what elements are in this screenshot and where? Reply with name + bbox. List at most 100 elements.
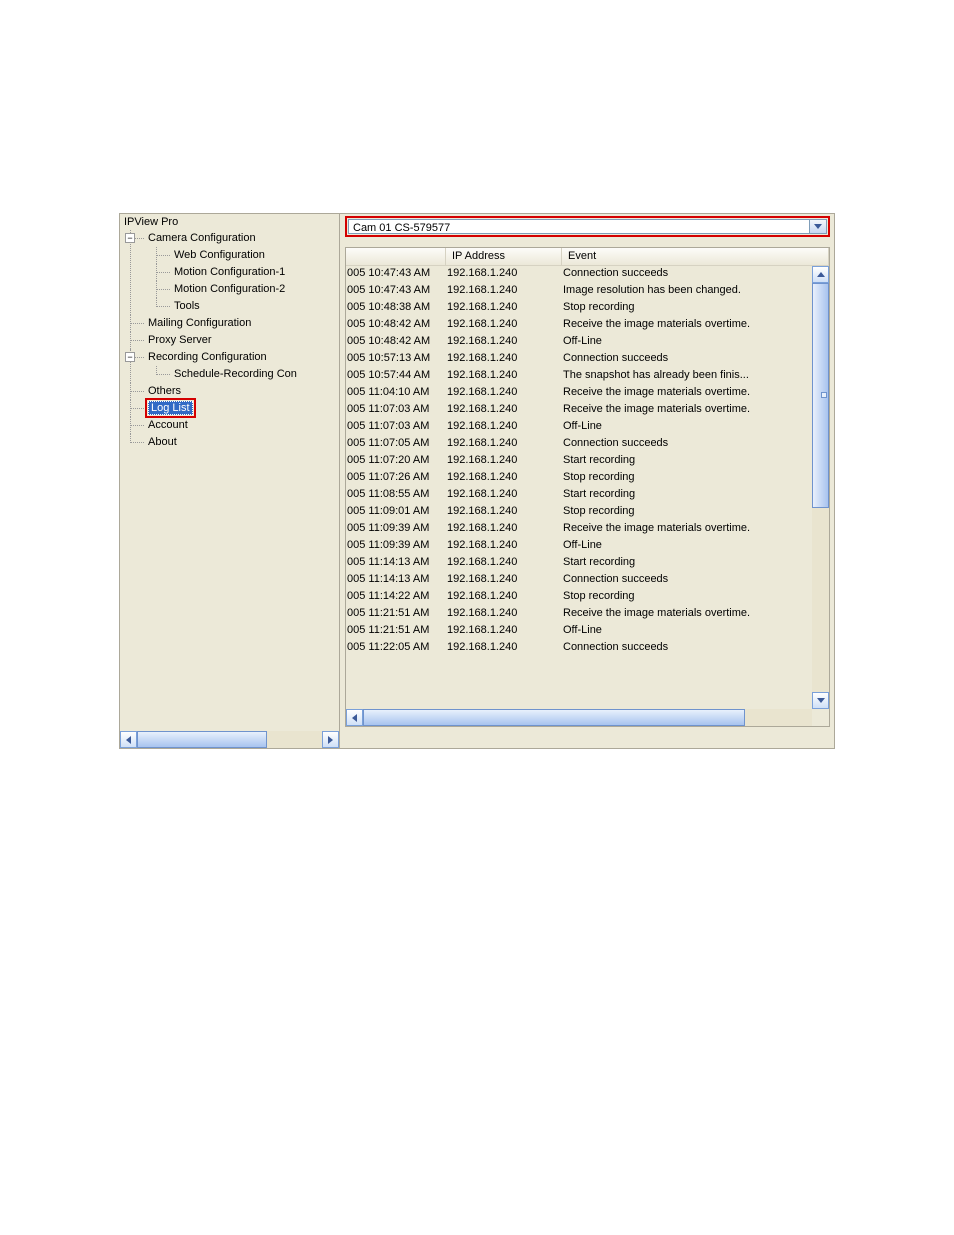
table-row[interactable]: 005 11:14:13 AM192.168.1.240Connection s… <box>346 572 812 589</box>
cell-ip: 192.168.1.240 <box>446 470 562 487</box>
scroll-corner <box>812 709 829 726</box>
tree-item-account[interactable]: Account <box>130 417 339 434</box>
table-row[interactable]: 005 11:21:51 AM192.168.1.240Receive the … <box>346 606 812 623</box>
tree-item-web-config[interactable]: Web Configuration <box>156 247 339 264</box>
scroll-left-button[interactable] <box>120 731 137 748</box>
cell-ip: 192.168.1.240 <box>446 504 562 521</box>
col-header-ip[interactable]: IP Address <box>446 248 562 265</box>
minus-icon[interactable]: − <box>125 352 135 362</box>
sidebar-hscrollbar[interactable] <box>120 731 339 748</box>
table-body: 005 10:47:43 AM192.168.1.240Connection s… <box>346 266 812 709</box>
camera-select-callout: Cam 01 CS-579577 <box>345 216 830 237</box>
table-row[interactable]: 005 11:09:39 AM192.168.1.240Receive the … <box>346 521 812 538</box>
table-vscrollbar[interactable] <box>812 266 829 709</box>
table-row[interactable]: 005 11:09:39 AM192.168.1.240Off-Line <box>346 538 812 555</box>
cell-event: Connection succeeds <box>562 351 812 368</box>
scroll-down-button[interactable] <box>812 692 829 709</box>
dropdown-button[interactable] <box>809 220 826 233</box>
tree-item-log-list[interactable]: Log List <box>130 400 339 417</box>
cell-event: Start recording <box>562 487 812 504</box>
cell-event: Start recording <box>562 555 812 572</box>
main-panel: Cam 01 CS-579577 IP Address Event 005 10… <box>341 214 834 748</box>
table-row[interactable]: 005 11:07:20 AM192.168.1.240Start record… <box>346 453 812 470</box>
tree-item-camera-config[interactable]: − Camera Configuration Web Configuration… <box>130 230 339 315</box>
tree-item-mailing[interactable]: Mailing Configuration <box>130 315 339 332</box>
tree-item-motion-1[interactable]: Motion Configuration-1 <box>156 264 339 281</box>
table-row[interactable]: 005 11:04:10 AM192.168.1.240Receive the … <box>346 385 812 402</box>
cell-event: Stop recording <box>562 589 812 606</box>
cell-event: Stop recording <box>562 470 812 487</box>
tree-item-others[interactable]: Others <box>130 383 339 400</box>
chevron-up-icon <box>817 272 825 277</box>
sidebar: IPView Pro − Camera Configuration Web Co… <box>120 214 340 748</box>
tree-item-about[interactable]: About <box>130 434 339 451</box>
scroll-track[interactable] <box>137 731 322 748</box>
scroll-thumb[interactable] <box>812 283 829 508</box>
cell-time: 005 10:48:42 AM <box>346 334 446 351</box>
cell-ip: 192.168.1.240 <box>446 419 562 436</box>
col-header-event[interactable]: Event <box>562 248 829 265</box>
table-row[interactable]: 005 11:08:55 AM192.168.1.240Start record… <box>346 487 812 504</box>
cell-event: Receive the image materials overtime. <box>562 385 812 402</box>
table-row[interactable]: 005 10:47:43 AM192.168.1.240Connection s… <box>346 266 812 283</box>
table-row[interactable]: 005 11:14:22 AM192.168.1.240Stop recordi… <box>346 589 812 606</box>
table-row[interactable]: 005 11:07:05 AM192.168.1.240Connection s… <box>346 436 812 453</box>
cell-time: 005 11:08:55 AM <box>346 487 446 504</box>
cell-ip: 192.168.1.240 <box>446 606 562 623</box>
table-row[interactable]: 005 11:22:05 AM192.168.1.240Connection s… <box>346 640 812 657</box>
chevron-right-icon <box>328 736 333 744</box>
scroll-thumb[interactable] <box>363 709 745 726</box>
table-hscrollbar[interactable] <box>346 709 829 726</box>
cell-time: 005 10:57:44 AM <box>346 368 446 385</box>
chevron-left-icon <box>352 714 357 722</box>
tree-item-recording[interactable]: − Recording Configuration Schedule-Recor… <box>130 349 339 383</box>
table-row[interactable]: 005 10:57:13 AM192.168.1.240Connection s… <box>346 351 812 368</box>
tree-label-log-list[interactable]: Log List <box>148 401 193 415</box>
tree-item-proxy[interactable]: Proxy Server <box>130 332 339 349</box>
cell-ip: 192.168.1.240 <box>446 334 562 351</box>
table-row[interactable]: 005 11:07:03 AM192.168.1.240Off-Line <box>346 419 812 436</box>
cell-time: 005 11:09:01 AM <box>346 504 446 521</box>
table-row[interactable]: 005 11:09:01 AM192.168.1.240Stop recordi… <box>346 504 812 521</box>
cell-time: 005 11:07:03 AM <box>346 419 446 436</box>
cell-ip: 192.168.1.240 <box>446 572 562 589</box>
table-row[interactable]: 005 11:07:26 AM192.168.1.240Stop recordi… <box>346 470 812 487</box>
tree-item-tools[interactable]: Tools <box>156 298 339 315</box>
table-row[interactable]: 005 11:07:03 AM192.168.1.240Receive the … <box>346 402 812 419</box>
scroll-thumb[interactable] <box>137 731 267 748</box>
cell-event: Off-Line <box>562 538 812 555</box>
table-row[interactable]: 005 10:48:42 AM192.168.1.240Off-Line <box>346 334 812 351</box>
cell-time: 005 11:14:13 AM <box>346 572 446 589</box>
cell-event: Off-Line <box>562 419 812 436</box>
table-row[interactable]: 005 11:14:13 AM192.168.1.240Start record… <box>346 555 812 572</box>
table-row[interactable]: 005 10:57:44 AM192.168.1.240The snapshot… <box>346 368 812 385</box>
scroll-track[interactable] <box>812 283 829 692</box>
cell-ip: 192.168.1.240 <box>446 283 562 300</box>
table-row[interactable]: 005 10:48:42 AM192.168.1.240Receive the … <box>346 317 812 334</box>
table-row[interactable]: 005 10:48:38 AM192.168.1.240Stop recordi… <box>346 300 812 317</box>
scroll-left-button[interactable] <box>346 709 363 726</box>
table-row[interactable]: 005 10:47:43 AM192.168.1.240Image resolu… <box>346 283 812 300</box>
cell-ip: 192.168.1.240 <box>446 623 562 640</box>
camera-select-value: Cam 01 CS-579577 <box>349 220 809 233</box>
minus-icon[interactable]: − <box>125 233 135 243</box>
camera-select[interactable]: Cam 01 CS-579577 <box>348 219 827 234</box>
cell-time: 005 10:47:43 AM <box>346 283 446 300</box>
tree-item-schedule-rec[interactable]: Schedule-Recording Con <box>156 366 339 383</box>
col-header-time[interactable] <box>346 248 446 265</box>
chevron-left-icon <box>126 736 131 744</box>
scroll-track[interactable] <box>363 709 812 726</box>
tree-label-camera-config[interactable]: Camera Configuration <box>148 232 256 244</box>
cell-time: 005 11:07:26 AM <box>346 470 446 487</box>
cell-ip: 192.168.1.240 <box>446 555 562 572</box>
scroll-right-button[interactable] <box>322 731 339 748</box>
cell-event: Receive the image materials overtime. <box>562 521 812 538</box>
cell-time: 005 11:14:22 AM <box>346 589 446 606</box>
scroll-up-button[interactable] <box>812 266 829 283</box>
cell-time: 005 11:21:51 AM <box>346 623 446 640</box>
table-row[interactable]: 005 11:21:51 AM192.168.1.240Off-Line <box>346 623 812 640</box>
cell-time: 005 11:14:13 AM <box>346 555 446 572</box>
cell-event: Connection succeeds <box>562 640 812 657</box>
tree-item-motion-2[interactable]: Motion Configuration-2 <box>156 281 339 298</box>
cell-event: Connection succeeds <box>562 436 812 453</box>
